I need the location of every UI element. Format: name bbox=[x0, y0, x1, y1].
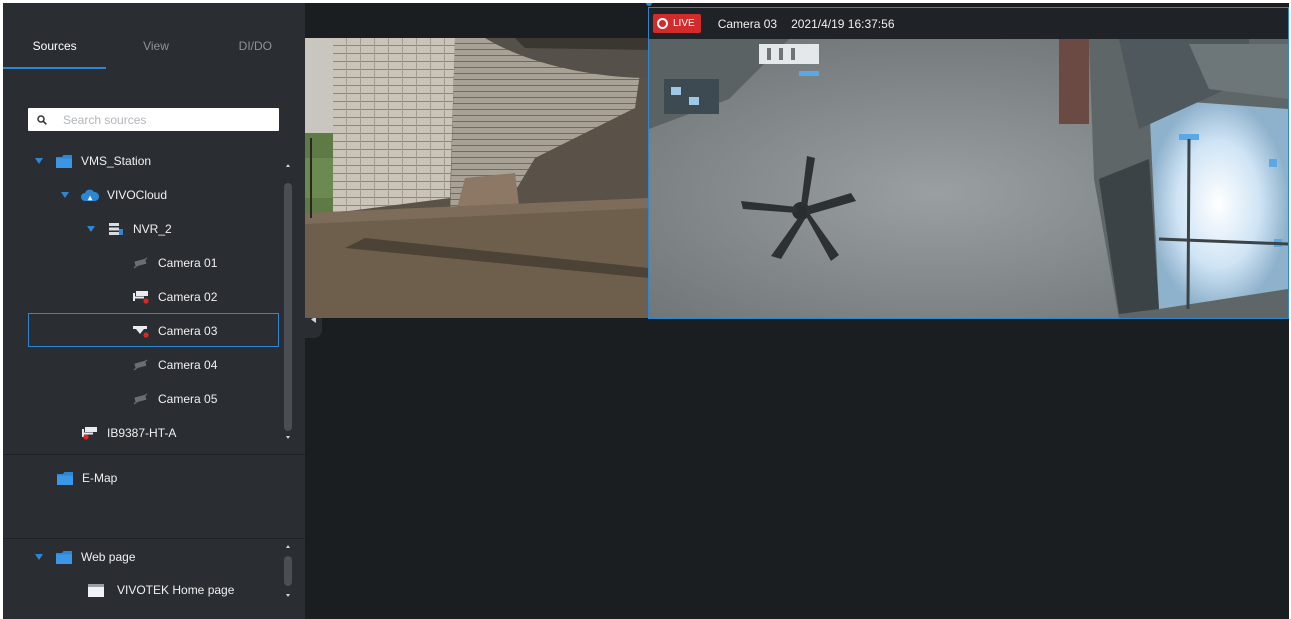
tree-item-camera-05[interactable]: Camera 05 bbox=[132, 382, 217, 416]
camera-timestamp: 2021/4/19 16:37:56 bbox=[791, 16, 895, 31]
dome-camera-icon bbox=[132, 324, 150, 338]
folder-icon bbox=[55, 550, 73, 564]
video-frame-image bbox=[649, 39, 1288, 318]
tree-item-label: VIVOCloud bbox=[107, 188, 168, 202]
tree-item-webpage-group[interactable]: Web page bbox=[35, 540, 136, 574]
tree-item-camera-04[interactable]: Camera 04 bbox=[132, 348, 217, 382]
caret-down-icon[interactable] bbox=[35, 158, 43, 164]
tree-item-vms-station[interactable]: VMS_Station bbox=[35, 144, 151, 178]
camera-offline-icon bbox=[132, 392, 150, 406]
scroll-up-arrow[interactable] bbox=[286, 164, 290, 167]
vms-application: Sources View DI/DO VMS_Station ▲ VIVOClo… bbox=[3, 3, 1289, 619]
video-feed-live[interactable]: LIVE Camera 03 2021/4/19 16:37:56 bbox=[648, 7, 1289, 319]
section-divider bbox=[3, 454, 305, 455]
video-feed-left[interactable] bbox=[305, 38, 649, 318]
section-divider bbox=[3, 538, 305, 539]
tree-item-vivocloud[interactable]: ▲ VIVOCloud bbox=[61, 178, 167, 212]
camera-icon bbox=[81, 426, 99, 440]
tree-item-ib9387[interactable]: IB9387-HT-A bbox=[81, 416, 176, 450]
live-icon bbox=[657, 18, 668, 29]
tree-item-camera-02[interactable]: Camera 02 bbox=[132, 280, 217, 314]
tree-item-label: Camera 02 bbox=[158, 290, 218, 304]
search-input[interactable] bbox=[63, 112, 263, 127]
camera-offline-icon bbox=[132, 256, 150, 270]
live-label: LIVE bbox=[673, 18, 695, 29]
scroll-down-arrow[interactable] bbox=[286, 436, 290, 439]
sidebar-tabs: Sources View DI/DO bbox=[3, 3, 305, 69]
live-badge: LIVE bbox=[653, 14, 701, 33]
svg-text:▲: ▲ bbox=[88, 195, 93, 202]
search-icon bbox=[37, 114, 47, 125]
caret-down-icon[interactable] bbox=[35, 554, 43, 560]
tree-item-vivotek-home[interactable]: VIVOTEK Home page bbox=[87, 573, 234, 607]
caret-down-icon[interactable] bbox=[61, 192, 69, 198]
cloud-icon: ▲ bbox=[81, 188, 99, 202]
tree-item-label: Camera 05 bbox=[158, 392, 218, 406]
camera-icon bbox=[132, 290, 150, 304]
tab-sources[interactable]: Sources bbox=[3, 3, 107, 69]
tree-item-camera-03[interactable]: Camera 03 bbox=[132, 314, 217, 348]
sidebar: Sources View DI/DO VMS_Station ▲ VIVOClo… bbox=[3, 3, 305, 619]
tree-item-emap[interactable]: E-Map bbox=[56, 461, 117, 495]
scroll-up-arrow[interactable] bbox=[286, 545, 290, 548]
tree-item-label: NVR_2 bbox=[133, 222, 172, 236]
tab-dido[interactable]: DI/DO bbox=[206, 3, 305, 69]
tree-item-label: VIVOTEK Home page bbox=[117, 583, 235, 597]
webpage-scrollbar[interactable] bbox=[284, 556, 292, 586]
folder-icon bbox=[56, 471, 74, 485]
webpage-icon bbox=[87, 583, 105, 597]
folder-icon bbox=[55, 154, 73, 168]
scroll-down-arrow[interactable] bbox=[286, 594, 290, 597]
tab-view[interactable]: View bbox=[106, 3, 205, 69]
tree-scrollbar[interactable] bbox=[284, 183, 292, 431]
tree-item-label: VMS_Station bbox=[81, 154, 152, 168]
tree-item-nvr[interactable]: NVR_2 bbox=[87, 212, 172, 246]
tree-item-label: IB9387-HT-A bbox=[107, 426, 177, 440]
nvr-icon bbox=[107, 222, 125, 236]
selection-marker bbox=[646, 3, 652, 6]
camera-name: Camera 03 bbox=[717, 16, 778, 31]
video-frame-image bbox=[305, 38, 649, 318]
camera-offline-icon bbox=[132, 358, 150, 372]
tree-item-label: Web page bbox=[81, 550, 136, 564]
tree-item-label: Camera 01 bbox=[158, 256, 218, 270]
caret-down-icon[interactable] bbox=[87, 226, 95, 232]
tree-item-label: E-Map bbox=[82, 471, 118, 485]
video-header-bar: LIVE Camera 03 2021/4/19 16:37:56 bbox=[649, 8, 1288, 39]
tree-item-label: Camera 03 bbox=[158, 324, 218, 338]
tree-item-label: Camera 04 bbox=[158, 358, 218, 372]
tree-item-camera-01[interactable]: Camera 01 bbox=[132, 246, 217, 280]
search-box[interactable] bbox=[28, 108, 279, 131]
